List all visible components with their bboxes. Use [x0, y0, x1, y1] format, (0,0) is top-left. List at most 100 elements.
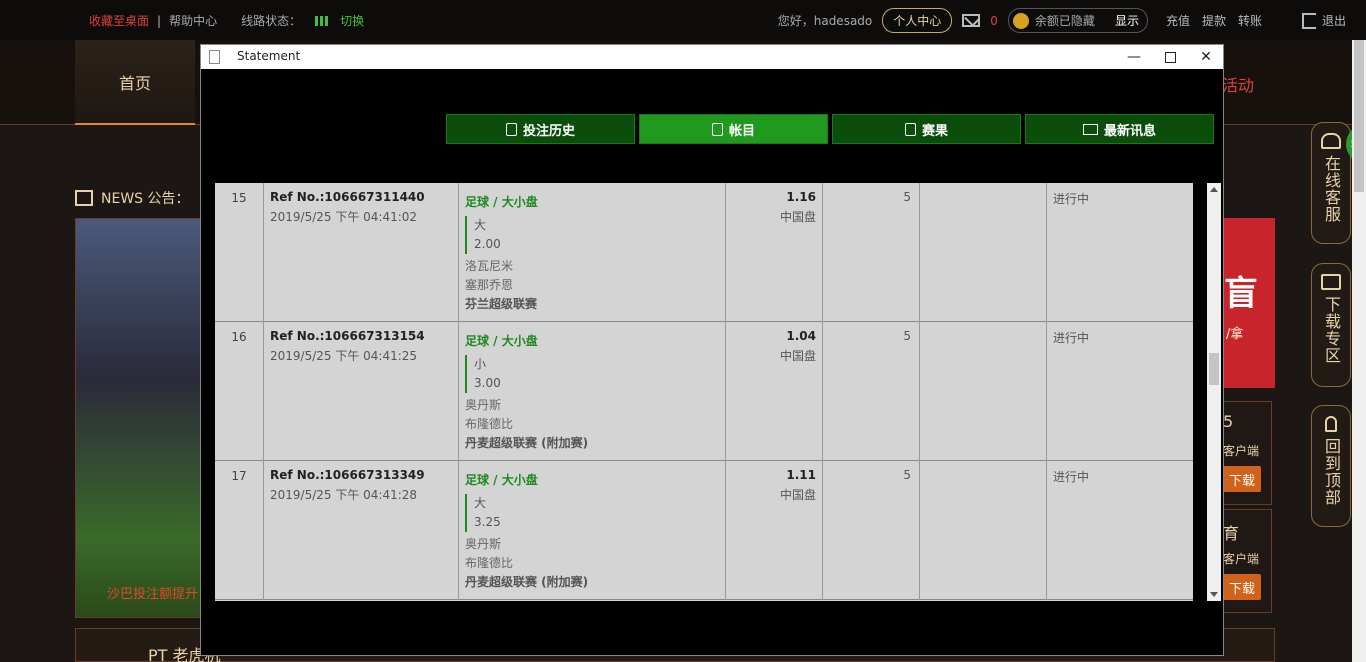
- stake: 5: [823, 461, 920, 600]
- balance-box: 余额已隐藏 显示: [1007, 8, 1148, 33]
- league: 丹麦超级联赛 (附加赛): [465, 436, 589, 450]
- withdraw-link[interactable]: 提款: [1202, 12, 1226, 29]
- top-bar-right: 您好，hadesado 个人中心 0 余额已隐藏 显示 充值 提款 转账: [778, 8, 1262, 33]
- side-online-service[interactable]: 在线客服: [1311, 122, 1351, 244]
- odds-value: 1.04: [786, 329, 816, 343]
- download-box-1: 5 客户端 下载: [1222, 401, 1272, 505]
- away-team: 布隆德比: [465, 417, 514, 431]
- tab-label: 赛果: [921, 123, 948, 139]
- top-bar-left: 收藏至桌面 | 帮助中心 线路状态： 切换: [89, 12, 364, 29]
- top-bar: 收藏至桌面 | 帮助中心 线路状态： 切换 您好，hadesado 个人中心 0…: [0, 0, 1366, 40]
- side-back-to-top[interactable]: 回到顶部: [1311, 405, 1351, 527]
- side-online-service-label: 在线客服: [1322, 155, 1341, 223]
- ref-cell: Ref No.:106667313154 2019/5/25 下午 04:41:…: [264, 322, 459, 461]
- tab-results[interactable]: 赛果: [832, 114, 1021, 144]
- download-button[interactable]: 下载: [1223, 574, 1261, 600]
- greeting: 您好，hadesado: [777, 14, 873, 28]
- side-download-label: 下载专区: [1322, 296, 1341, 364]
- download-box-sub: 客户端: [1223, 444, 1260, 458]
- window-titlebar[interactable]: Statement — ✕: [201, 45, 1223, 69]
- row-number: 16: [215, 322, 264, 461]
- announcement-icon: [75, 190, 93, 206]
- line-status-label: 线路状态：: [241, 14, 302, 28]
- statement-table: 15 Ref No.:106667311440 2019/5/25 下午 04:…: [215, 183, 1193, 601]
- logout-link[interactable]: 退出: [1301, 12, 1346, 29]
- ref-cell: Ref No.:106667313349 2019/5/25 下午 04:41:…: [264, 461, 459, 600]
- mail-count: 0: [990, 13, 998, 28]
- status: 进行中: [1053, 192, 1090, 206]
- page-scrollbar[interactable]: [1352, 40, 1366, 662]
- tab-latest-news[interactable]: 最新讯息: [1025, 114, 1214, 144]
- away-team: 布隆德比: [465, 556, 514, 570]
- status: 进行中: [1053, 470, 1090, 484]
- separator: |: [157, 13, 162, 28]
- bet-type: 足球 / 大小盘: [465, 195, 538, 209]
- scroll-up-icon[interactable]: [1210, 187, 1218, 192]
- stake: 5: [823, 183, 920, 322]
- logout-icon: [1301, 12, 1316, 29]
- selection-cell: 足球 / 大小盘 大 3.25 奥丹斯 布隆德比 丹麦超级联赛 (附加赛): [459, 461, 726, 600]
- tab-account[interactable]: 帐目: [639, 114, 828, 144]
- close-button[interactable]: ✕: [1189, 45, 1223, 69]
- envelope-icon: [1082, 123, 1098, 135]
- help-center-link[interactable]: 帮助中心: [169, 12, 217, 29]
- away-team: 塞那乔恩: [465, 278, 514, 292]
- bet-time: 2019/5/25 下午 04:41:28: [270, 488, 418, 502]
- table-row: 17 Ref No.:106667313349 2019/5/25 下午 04:…: [215, 461, 1193, 600]
- selection-cell: 足球 / 大小盘 小 3.00 奥丹斯 布隆德比 丹麦超级联赛 (附加赛): [459, 322, 726, 461]
- scroll-down-icon[interactable]: [1210, 592, 1218, 597]
- odds-value: 1.11: [786, 468, 816, 482]
- handicap-line: 3.25: [474, 515, 501, 529]
- tab-bet-history[interactable]: 投注历史: [446, 114, 635, 144]
- show-balance-button[interactable]: 显示: [1115, 12, 1139, 29]
- promo-banner[interactable]: [75, 218, 205, 618]
- personal-center-button[interactable]: 个人中心: [882, 8, 953, 33]
- statement-window: Statement — ✕ 投注历史 帐目 赛果 最新讯息 15 Ref No.…: [200, 44, 1224, 656]
- odds-type: 中国盘: [779, 210, 816, 224]
- statement-scrollbar[interactable]: [1207, 183, 1221, 601]
- ref-number: Ref No.:106667313349: [270, 468, 425, 482]
- pick: 大: [474, 496, 487, 510]
- selection-cell: 足球 / 大小盘 大 2.00 洛瓦尼米 塞那乔恩 芬兰超级联赛: [459, 183, 726, 322]
- page-scrollbar-thumb[interactable]: [1354, 40, 1364, 192]
- signal-bars-icon: [315, 15, 329, 26]
- side-download[interactable]: 下载专区: [1311, 263, 1351, 387]
- download-button[interactable]: 下载: [1223, 466, 1261, 492]
- news-label: NEWS 公告：: [101, 191, 190, 207]
- handicap-line: 2.00: [474, 237, 501, 251]
- nav-home[interactable]: 首页: [75, 40, 195, 125]
- receipt-icon: [505, 122, 517, 136]
- row-number: 17: [215, 461, 264, 600]
- minimize-button[interactable]: —: [1117, 45, 1151, 69]
- pick: 小: [474, 357, 487, 371]
- download-box-2: 育 客户端 下载: [1222, 509, 1272, 613]
- maximize-icon: [1164, 51, 1176, 63]
- home-team: 洛瓦尼米: [465, 259, 514, 273]
- balance-hidden-text: 余额已隐藏: [1034, 14, 1095, 28]
- add-to-desktop-link[interactable]: 收藏至桌面: [89, 12, 149, 29]
- download-box-title: 5: [1223, 412, 1234, 431]
- scoreboard-icon: [904, 122, 916, 136]
- pick-block: 大 3.25: [465, 494, 725, 532]
- transfer-link[interactable]: 转账: [1238, 12, 1262, 29]
- mail-icon[interactable]: [962, 14, 981, 27]
- odds-cell: 1.11 中国盘: [726, 461, 823, 600]
- nav-activity[interactable]: 活动: [1222, 72, 1254, 96]
- maximize-button[interactable]: [1153, 45, 1187, 69]
- bet-time: 2019/5/25 下午 04:41:02: [270, 210, 418, 224]
- win-loss-cell: [920, 322, 1047, 461]
- switch-line-link[interactable]: 切换: [340, 12, 364, 29]
- status: 进行中: [1053, 331, 1090, 345]
- download-box-sub: 客户端: [1223, 552, 1260, 566]
- deposit-link[interactable]: 充值: [1166, 12, 1190, 29]
- table-row: 15 Ref No.:106667311440 2019/5/25 下午 04:…: [215, 183, 1193, 322]
- ref-number: Ref No.:106667313154: [270, 329, 425, 343]
- right-promo-big: 盲: [1224, 274, 1258, 314]
- home-team: 奥丹斯: [465, 537, 502, 551]
- stake: 5: [823, 322, 920, 461]
- odds-cell: 1.04 中国盘: [726, 322, 823, 461]
- right-promo[interactable]: 盲 /拿: [1222, 218, 1275, 388]
- banner-caption: 沙巴投注额提升: [107, 587, 199, 602]
- statement-scrollbar-thumb[interactable]: [1209, 353, 1219, 385]
- win-loss-cell: [920, 461, 1047, 600]
